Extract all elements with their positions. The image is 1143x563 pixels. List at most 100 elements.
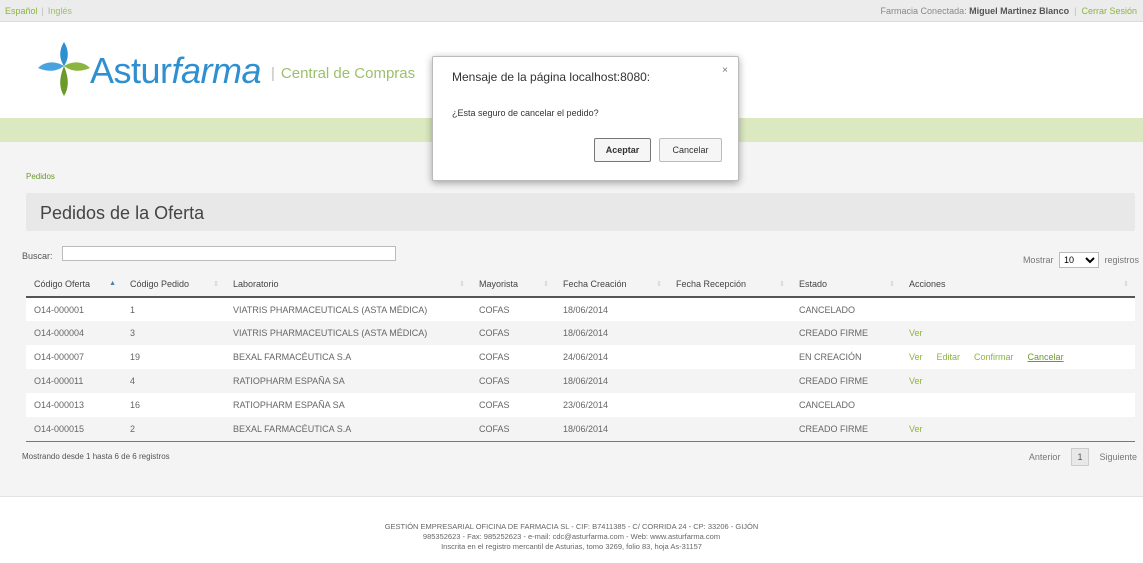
user-name: Miguel Martinez Blanco — [969, 6, 1070, 16]
column-header-label: Acciones — [909, 278, 946, 289]
language-english-link[interactable]: Inglés — [48, 6, 72, 16]
table-cell: 4 — [122, 369, 225, 393]
table-cell — [668, 393, 791, 417]
brand-name[interactable]: Asturfarma — [90, 50, 262, 92]
dialog-title: Mensaje de la página localhost:8080: — [452, 70, 651, 84]
action-confirmar-link[interactable]: Confirmar — [974, 352, 1014, 362]
page-length-control: Mostrar 10 registros — [1023, 252, 1139, 268]
action-ver-link[interactable]: Ver — [909, 424, 923, 434]
asturfarma-logo-icon[interactable] — [34, 38, 94, 98]
sort-icon: ⇕ — [779, 281, 785, 288]
table-row: O14-000007 19 BEXAL FARMACÉUTICA S.A COFAS 2… — [26, 345, 1135, 369]
table-row: O14-000013 16 RATIOPHARM ESPAÑA SA COFAS 23/… — [26, 393, 1135, 417]
table-cell: CANCELADO — [791, 297, 901, 321]
logout-link[interactable]: Cerrar Sesión — [1081, 6, 1137, 16]
page-1-button[interactable]: 1 — [1070, 448, 1089, 466]
column-header[interactable]: Fecha Creación ⇕ — [555, 271, 668, 298]
confirm-dialog: Mensaje de la página localhost:8080: × ¿… — [432, 56, 739, 181]
action-ver-link[interactable]: Ver — [909, 328, 923, 338]
search-label: Buscar: — [22, 251, 53, 261]
session-label: Farmacia Conectada: — [880, 6, 967, 16]
separator: | — [1074, 6, 1077, 16]
site-tagline: | Central de Compras — [271, 65, 415, 82]
sort-icon: ⇕ — [459, 281, 465, 288]
language-switcher: Español | Inglés — [5, 6, 72, 16]
table-cell: RATIOPHARM ESPAÑA SA — [225, 369, 471, 393]
accept-button[interactable]: Aceptar — [594, 138, 651, 162]
column-header[interactable]: Laboratorio ⇕ — [225, 271, 471, 298]
table-cell: CREADO FIRME — [791, 417, 901, 442]
sort-ascending-icon: ▲ — [109, 280, 116, 287]
table-cell: VIATRIS PHARMACEUTICALS (ASTA MÉDICA) — [225, 297, 471, 321]
column-header[interactable]: Fecha Recepción ⇕ — [668, 271, 791, 298]
close-icon[interactable]: × — [722, 65, 728, 76]
table-row: O14-000001 1 VIATRIS PHARMACEUTICALS (ASTA… — [26, 297, 1135, 321]
sort-icon: ⇕ — [1123, 281, 1129, 288]
session-info: Farmacia Conectada: Miguel Martinez Blan… — [881, 6, 1137, 16]
actions-cell: Ver — [901, 321, 1135, 345]
action-ver-link[interactable]: Ver — [909, 376, 923, 386]
column-header-label: Código Pedido — [130, 278, 190, 289]
table-cell: O14-000001 — [26, 297, 122, 321]
column-header[interactable]: Acciones ⇕ — [901, 271, 1135, 298]
table-body: O14-000001 1 VIATRIS PHARMACEUTICALS (ASTA… — [26, 297, 1135, 442]
action-ver-link[interactable]: Ver — [909, 352, 923, 362]
table-row: O14-000011 4 RATIOPHARM ESPAÑA SA COFAS 18/0… — [26, 369, 1135, 393]
actions-cell: Ver — [901, 369, 1135, 393]
table-cell: 2 — [122, 417, 225, 442]
table-cell — [668, 297, 791, 321]
language-spanish-link[interactable]: Español — [5, 6, 38, 16]
page-length-label: Mostrar — [1022, 255, 1054, 265]
search-input[interactable] — [62, 246, 396, 261]
table-cell: 18/06/2014 — [555, 321, 668, 345]
table-cell: COFAS — [471, 417, 555, 442]
table-cell — [668, 321, 791, 345]
footer-line: Inscrita en el registro mercantil de Ast… — [441, 542, 702, 551]
page-title: Pedidos de la Oferta — [40, 203, 205, 223]
table-cell: 24/06/2014 — [555, 345, 668, 369]
column-header[interactable]: Estado ⇕ — [791, 271, 901, 298]
previous-page-button[interactable]: Anterior — [1029, 452, 1061, 462]
separator: | — [271, 65, 275, 82]
table-cell: 18/06/2014 — [555, 417, 668, 442]
tagline-text: Central de Compras — [280, 65, 416, 82]
brand-name-part: Astur — [90, 50, 172, 91]
table-cell: COFAS — [471, 297, 555, 321]
table-cell: O14-000011 — [26, 369, 122, 393]
actions-cell — [901, 393, 1135, 417]
table-cell — [668, 369, 791, 393]
action-cancelar-link[interactable]: Cancelar — [1028, 352, 1064, 362]
page-length-select[interactable]: 10 — [1058, 252, 1099, 268]
cancel-button[interactable]: Cancelar — [659, 138, 722, 162]
column-header-label: Fecha Creación — [563, 278, 627, 289]
table-cell: COFAS — [471, 393, 555, 417]
table-cell: EN CREACIÓN — [791, 345, 901, 369]
dialog-message: ¿Esta seguro de cancelar el pedido? — [452, 108, 599, 118]
table-cell: CREADO FIRME — [791, 321, 901, 345]
column-header[interactable]: Código Pedido ⇕ — [122, 271, 225, 298]
table-cell — [668, 345, 791, 369]
column-header[interactable]: Código Oferta ▲ — [26, 271, 122, 298]
column-header[interactable]: Mayorista ⇕ — [471, 271, 555, 298]
sort-icon: ⇕ — [656, 281, 662, 288]
footer-line: 985352623 - Fax: 985252623 - e-mail: cdc… — [422, 532, 721, 541]
site-footer: GESTIÓN EMPRESARIAL OFICINA DE FARMACIA … — [0, 496, 1143, 563]
footer-line: GESTIÓN EMPRESARIAL OFICINA DE FARMACIA … — [384, 522, 759, 531]
next-page-button[interactable]: Siguiente — [1099, 452, 1137, 462]
column-header-label: Fecha Recepción — [676, 278, 747, 289]
pagination: Anterior 1 Siguiente — [1029, 448, 1137, 466]
separator: | — [41, 6, 44, 16]
table-cell — [668, 417, 791, 442]
action-editar-link[interactable]: Editar — [937, 352, 961, 362]
breadcrumb[interactable]: Pedidos — [26, 172, 55, 181]
column-header-label: Código Oferta — [34, 278, 91, 289]
sort-icon: ⇕ — [213, 281, 219, 288]
table-cell: O14-000013 — [26, 393, 122, 417]
column-header-label: Laboratorio — [233, 278, 279, 289]
table-cell: O14-000004 — [26, 321, 122, 345]
brand-name-italic: farma — [171, 50, 262, 91]
table-header: Código Oferta ▲ Código Pedido ⇕ Laboratorio ⇕… — [26, 271, 1135, 298]
table-cell: 19 — [122, 345, 225, 369]
column-header-label: Mayorista — [479, 278, 519, 289]
table-cell: COFAS — [471, 321, 555, 345]
